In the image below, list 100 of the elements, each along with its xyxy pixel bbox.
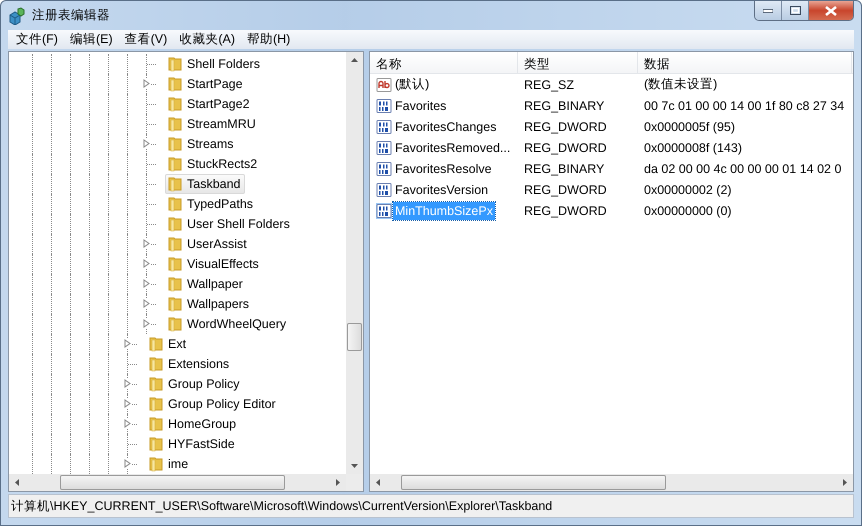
tree-item[interactable]: HYFastSide: [146, 434, 239, 454]
up-arrow-icon: [351, 57, 358, 64]
value-name[interactable]: Favorites: [393, 96, 448, 114]
folder-icon: [167, 196, 183, 212]
value-data: 00 7c 01 00 00 14 00 1f 80 c8 27 34: [643, 98, 846, 112]
menu-item[interactable]: 收藏夹(A): [173, 31, 241, 48]
folder-icon: [167, 316, 183, 332]
value-name[interactable]: FavoritesResolve: [393, 160, 494, 178]
value-type: REG_DWORD: [523, 140, 608, 154]
folder-icon: [167, 96, 183, 112]
expand-arrow-icon[interactable]: [142, 299, 151, 308]
tree-item[interactable]: Ext: [146, 334, 190, 354]
tree-item[interactable]: StuckRects2: [165, 154, 262, 174]
close-icon: [825, 6, 837, 16]
tree-item[interactable]: VisualEffects: [165, 254, 263, 274]
expand-arrow-icon[interactable]: [123, 459, 132, 468]
value-data: da 02 00 00 4c 00 00 00 01 14 02 0: [643, 162, 842, 176]
folder-icon: [148, 436, 164, 452]
left-arrow-icon: [375, 479, 382, 486]
tree-item[interactable]: HomeGroup: [146, 414, 240, 434]
tree-item[interactable]: ime: [146, 454, 192, 474]
folder-icon: [148, 356, 164, 372]
folder-icon: [167, 256, 183, 272]
folder-icon: [167, 276, 183, 292]
expand-arrow-icon[interactable]: [142, 139, 151, 148]
tree-item[interactable]: StartPage: [165, 74, 247, 94]
folder-icon: [167, 236, 183, 252]
scroll-thumb[interactable]: [60, 475, 285, 490]
registry-cubes-icon: [8, 6, 26, 24]
folder-icon: [148, 376, 164, 392]
column-header[interactable]: 类型: [518, 52, 638, 73]
tree-item[interactable]: Streams: [165, 134, 238, 154]
folder-icon: [167, 76, 183, 92]
scroll-thumb[interactable]: [401, 475, 666, 490]
menu-item[interactable]: 文件(F): [10, 31, 64, 48]
status-bar: 计算机\HKEY_CURRENT_USER\Software\Microsoft\Windows\CurrentVersion\Explorer\Taskband: [8, 494, 854, 518]
tree-item[interactable]: UserAssist: [165, 234, 251, 254]
column-header[interactable]: 名称: [370, 52, 518, 73]
value-data: 0x00000002 (2): [643, 182, 733, 196]
right-arrow-icon: [841, 479, 848, 486]
folder-icon: [167, 56, 183, 72]
folder-icon: [148, 396, 164, 412]
value-data: 0x0000008f (143): [643, 140, 743, 154]
scroll-thumb[interactable]: [347, 323, 362, 351]
value-name[interactable]: FavoritesRemoved...: [393, 138, 512, 156]
expand-arrow-icon[interactable]: [123, 419, 132, 428]
binary-value-icon: [376, 118, 392, 134]
folder-icon: [167, 216, 183, 232]
tree-item[interactable]: StreamMRU: [165, 114, 260, 134]
down-arrow-icon: [351, 462, 358, 469]
value-type: REG_BINARY: [523, 162, 606, 176]
expand-arrow-icon[interactable]: [123, 339, 132, 348]
value-type: REG_SZ: [523, 78, 576, 92]
value-name[interactable]: FavoritesChanges: [393, 118, 498, 136]
value-data: 0x00000000 (0): [643, 204, 733, 218]
binary-value-icon: [376, 160, 392, 176]
tree-item[interactable]: TypedPaths: [165, 194, 258, 214]
expand-arrow-icon[interactable]: [142, 279, 151, 288]
tree-item[interactable]: Group Policy: [146, 374, 244, 394]
binary-value-icon: [376, 98, 392, 114]
folder-icon: [167, 116, 183, 132]
menu-item[interactable]: 帮助(H): [240, 31, 296, 48]
folder-icon: [167, 296, 183, 312]
folder-icon: [167, 176, 183, 192]
window-title: 注册表编辑器: [32, 7, 110, 24]
tree-item[interactable]: User Shell Folders: [165, 214, 294, 234]
tree-item[interactable]: Extensions: [146, 354, 234, 374]
minimize-button[interactable]: [755, 1, 782, 20]
expand-arrow-icon[interactable]: [123, 379, 132, 388]
tree-item[interactable]: Group Policy Editor: [146, 394, 280, 414]
menu-item[interactable]: 查看(V): [118, 31, 174, 48]
folder-icon: [148, 456, 164, 472]
value-type: REG_DWORD: [523, 204, 608, 218]
right-arrow-icon: [334, 479, 341, 486]
string-value-icon: [376, 76, 392, 92]
tree-item[interactable]: Taskband: [165, 174, 245, 194]
close-button[interactable]: [809, 1, 853, 20]
tree-item[interactable]: StartPage2: [165, 94, 254, 114]
column-header[interactable]: 数据: [638, 52, 852, 73]
folder-icon: [167, 156, 183, 172]
binary-value-icon: [376, 202, 392, 218]
maximize-button[interactable]: [782, 1, 809, 20]
menu-item[interactable]: 编辑(E): [64, 31, 119, 48]
expand-arrow-icon[interactable]: [142, 79, 151, 88]
expand-arrow-icon[interactable]: [142, 319, 151, 328]
tree-item[interactable]: Wallpapers: [165, 294, 254, 314]
expand-arrow-icon[interactable]: [142, 239, 151, 248]
tree-item[interactable]: Shell Folders: [165, 54, 264, 74]
value-data: (数值未设置): [643, 76, 718, 93]
value-type: REG_DWORD: [523, 120, 608, 134]
value-type: REG_DWORD: [523, 182, 608, 196]
minimize-icon: [763, 8, 773, 12]
expand-arrow-icon[interactable]: [142, 259, 151, 268]
value-name[interactable]: FavoritesVersion: [393, 180, 490, 198]
tree-item[interactable]: Wallpaper: [165, 274, 247, 294]
value-name[interactable]: (默认): [393, 74, 432, 95]
folder-icon: [167, 136, 183, 152]
value-type: REG_BINARY: [523, 98, 606, 112]
tree-item[interactable]: WordWheelQuery: [165, 314, 290, 334]
expand-arrow-icon[interactable]: [123, 399, 132, 408]
